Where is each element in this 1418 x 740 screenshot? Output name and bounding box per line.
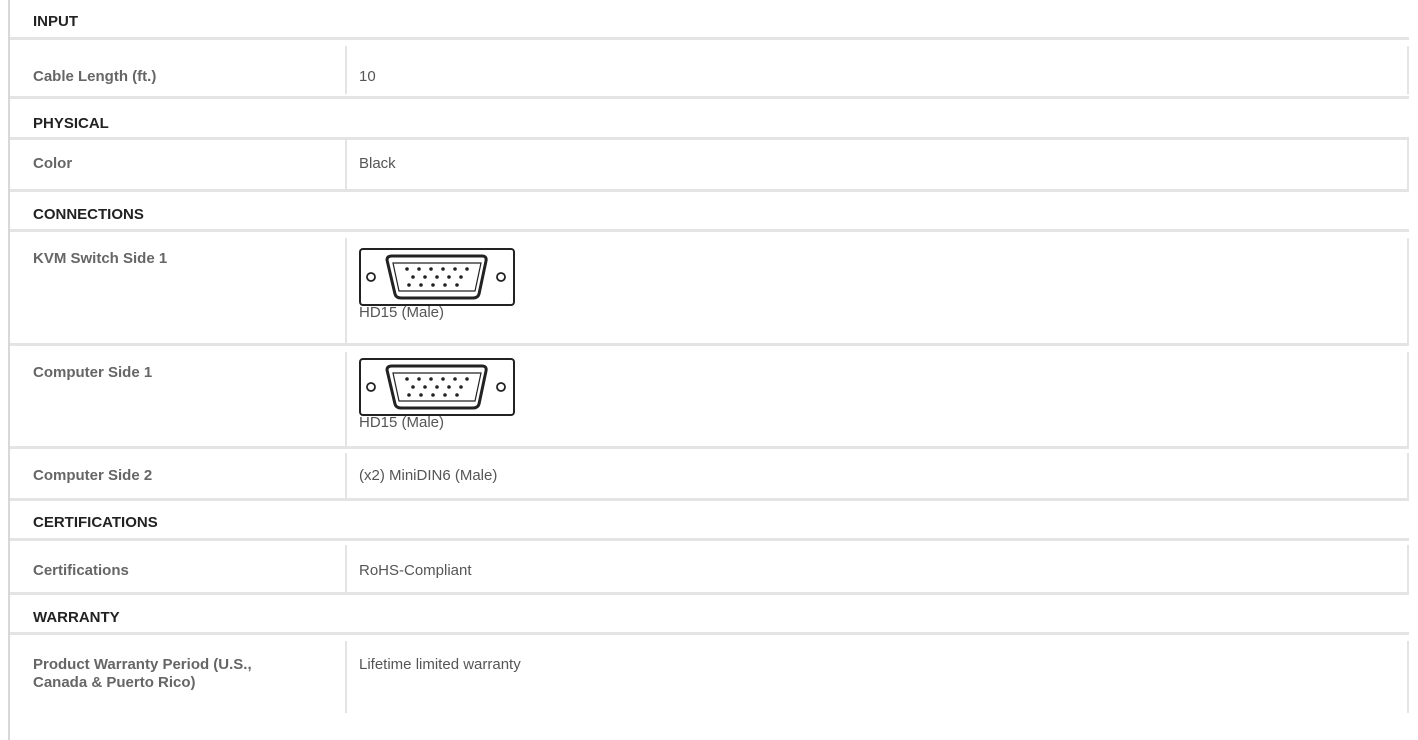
warranty-label: Product Warranty Period (U.S., Canada & … bbox=[33, 656, 252, 691]
vga-connector-icon bbox=[359, 358, 515, 416]
section-header-input: INPUT bbox=[10, 0, 1409, 40]
section-header-certifications: CERTIFICATIONS bbox=[10, 501, 1409, 541]
section-title: PHYSICAL bbox=[33, 115, 109, 132]
vga-connector-icon bbox=[359, 248, 515, 306]
spec-label: Certifications bbox=[10, 545, 347, 592]
spec-label: Product Warranty Period (U.S., Canada & … bbox=[10, 641, 347, 713]
spec-label: Color bbox=[10, 140, 347, 189]
spec-row-computer-side-1: Computer Side 1 HD15 (Male) bbox=[10, 346, 1409, 449]
spec-label: KVM Switch Side 1 bbox=[10, 238, 347, 343]
spec-row-cable-length: Cable Length (ft.) 10 bbox=[10, 40, 1409, 99]
spec-value: Black bbox=[347, 140, 1409, 189]
spec-value: 10 bbox=[347, 46, 1409, 94]
spec-row-warranty-period: Product Warranty Period (U.S., Canada & … bbox=[10, 635, 1409, 713]
connector-caption: HD15 (Male) bbox=[359, 414, 445, 431]
connector-caption: HD15 (Male) bbox=[359, 304, 445, 321]
spec-row-kvm-switch-side-1: KVM Switch Side 1 HD15 (Male) bbox=[10, 232, 1409, 346]
section-header-warranty: WARRANTY bbox=[10, 595, 1409, 635]
section-title: INPUT bbox=[33, 13, 78, 30]
spec-label: Computer Side 2 bbox=[10, 453, 347, 498]
spec-row-color: Color Black bbox=[10, 140, 1409, 192]
section-title: WARRANTY bbox=[33, 609, 120, 626]
spec-table: INPUT Cable Length (ft.) 10 PHYSICAL Col… bbox=[10, 0, 1409, 713]
spec-label: Computer Side 1 bbox=[10, 352, 347, 446]
spec-value-cell: HD15 (Male) bbox=[347, 238, 1409, 343]
spec-label: Cable Length (ft.) bbox=[10, 46, 347, 94]
section-title: CONNECTIONS bbox=[33, 206, 144, 223]
spec-row-certifications: Certifications RoHS-Compliant bbox=[10, 541, 1409, 595]
section-title: CERTIFICATIONS bbox=[33, 514, 158, 531]
spec-value: (x2) MiniDIN6 (Male) bbox=[347, 453, 1409, 498]
spec-row-computer-side-2: Computer Side 2 (x2) MiniDIN6 (Male) bbox=[10, 449, 1409, 501]
section-header-connections: CONNECTIONS bbox=[10, 192, 1409, 232]
spec-value: RoHS-Compliant bbox=[347, 545, 1409, 592]
spec-value-cell: HD15 (Male) bbox=[347, 352, 1409, 446]
section-header-physical: PHYSICAL bbox=[10, 99, 1409, 140]
spec-value: Lifetime limited warranty bbox=[347, 641, 1409, 713]
